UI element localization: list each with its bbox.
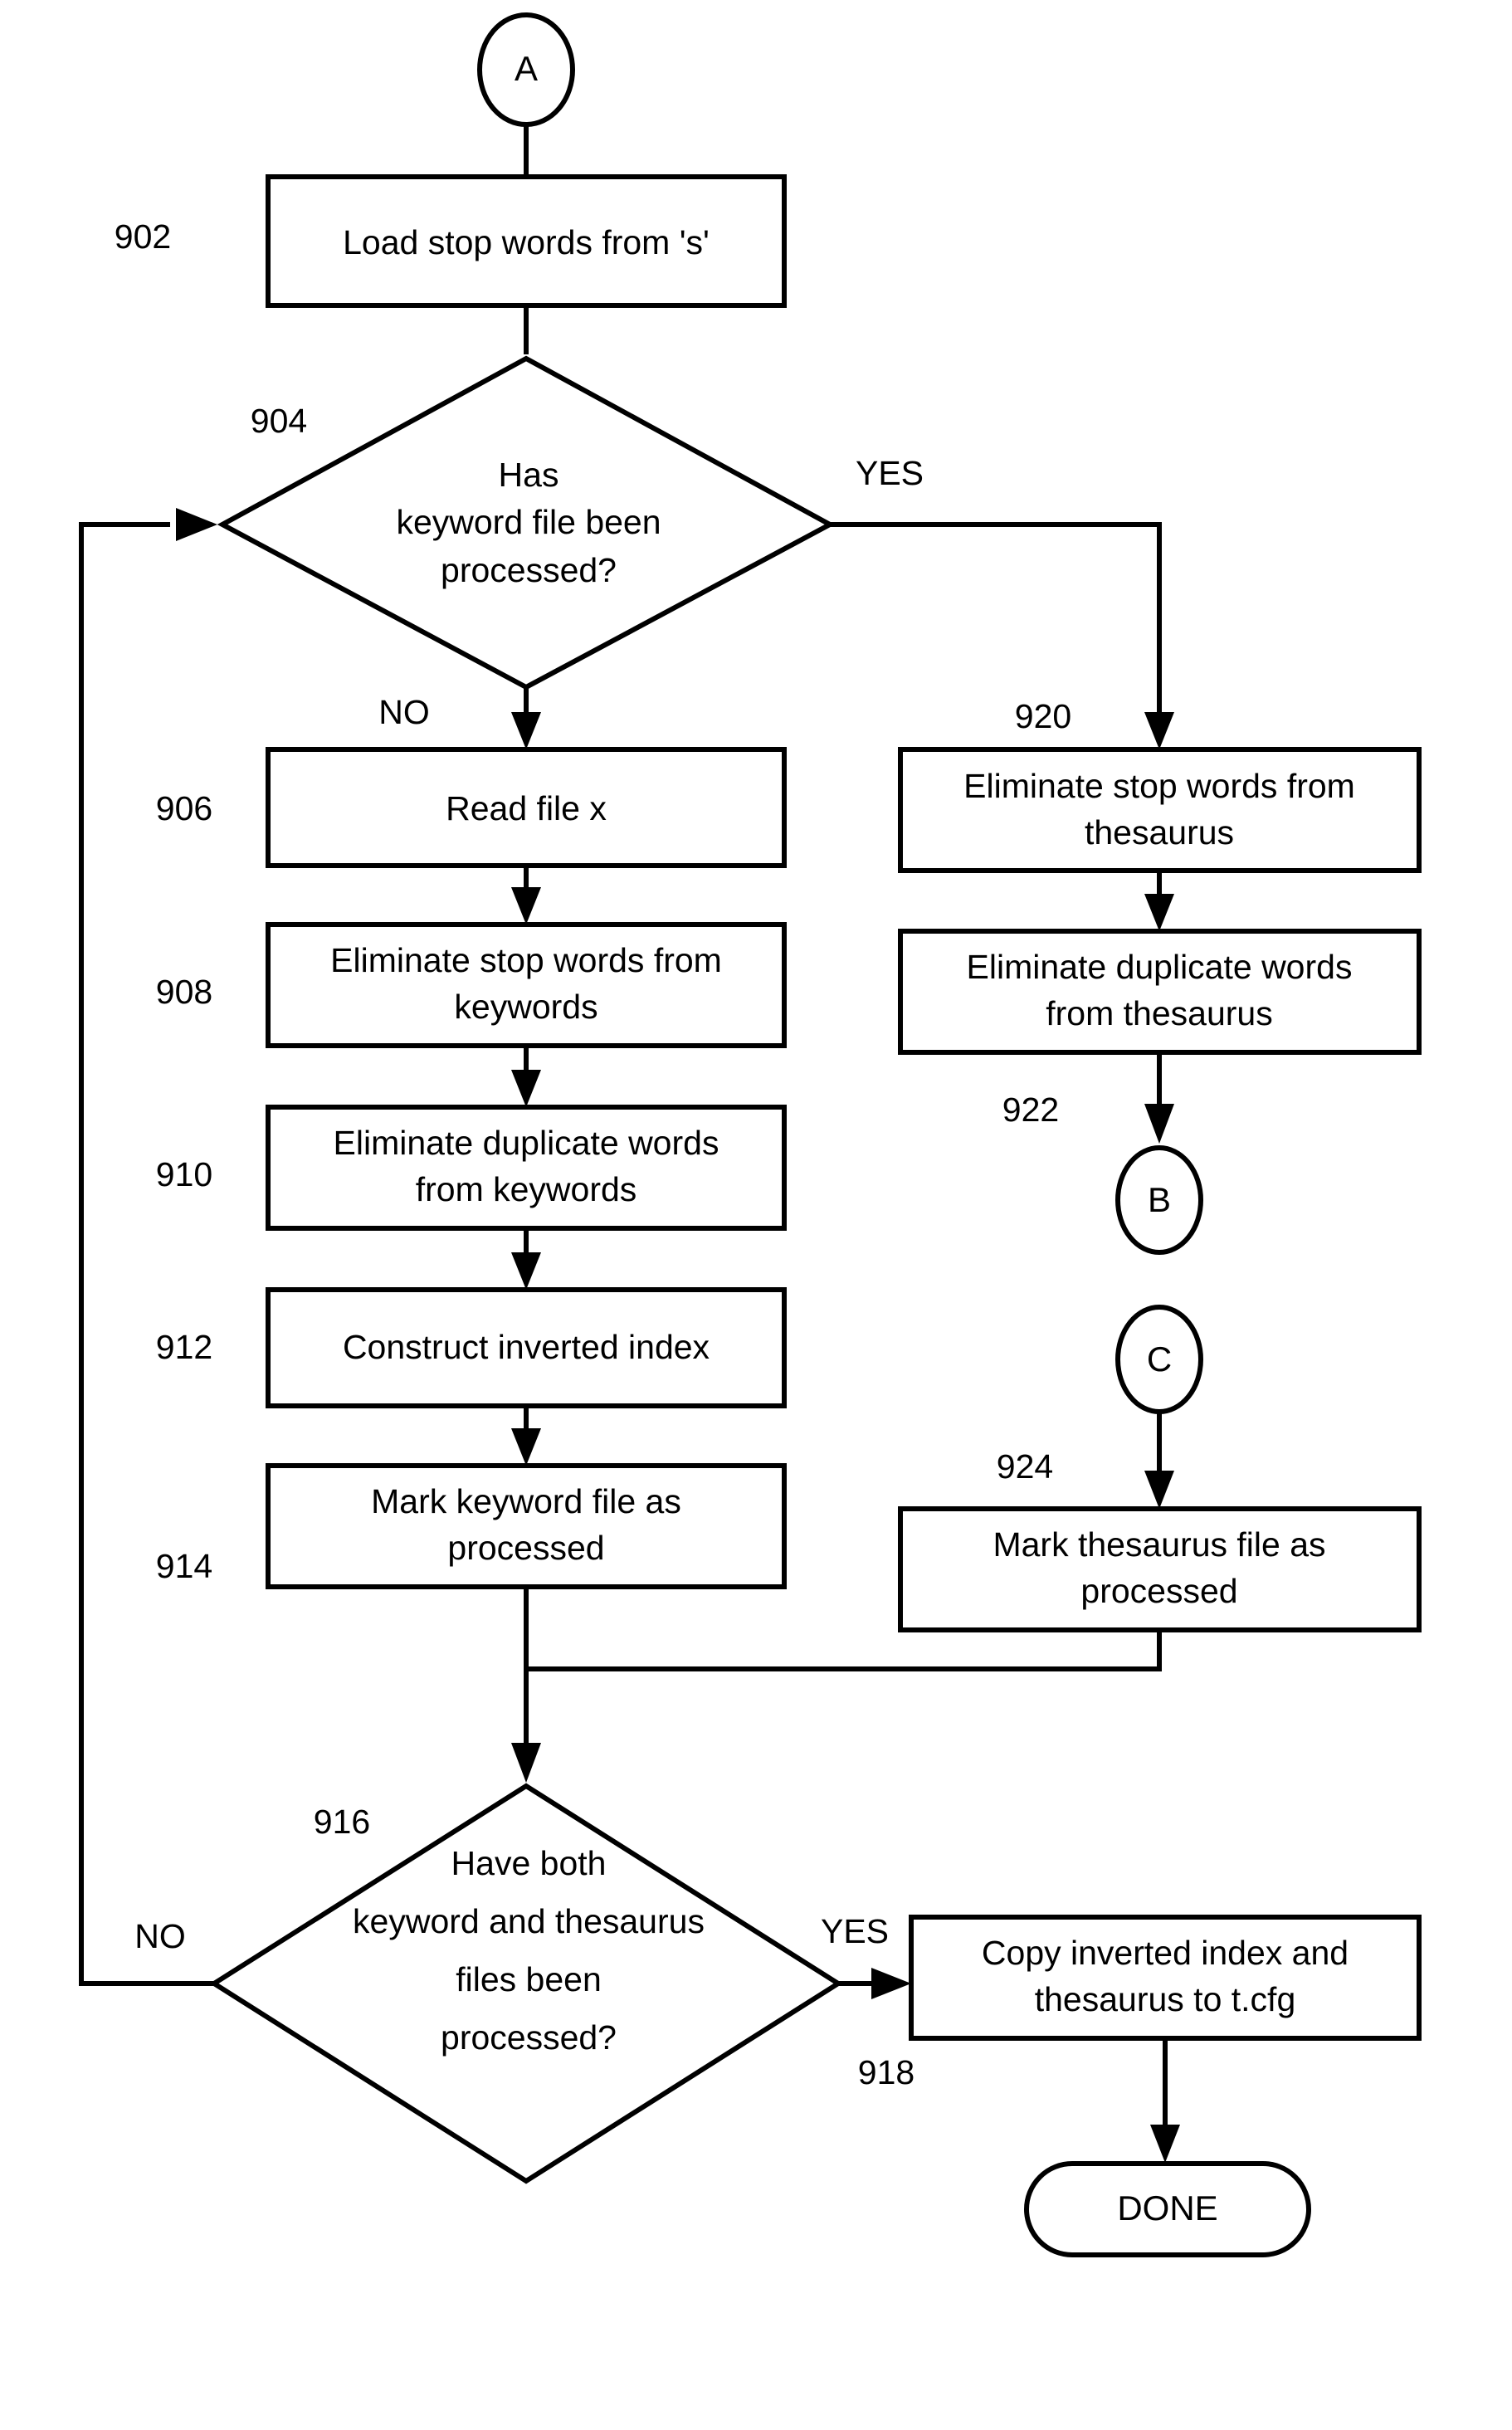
process-914-line2: processed xyxy=(447,1529,604,1567)
edge-924-merge xyxy=(526,1630,1162,1671)
process-910-line2: from keywords xyxy=(416,1170,637,1208)
arrowhead-to-916 xyxy=(511,1743,541,1783)
arrowhead-920-to-922 xyxy=(1144,894,1174,931)
connector-c-label: C xyxy=(1147,1339,1172,1378)
flowchart-page: A Load stop words from 's' 902 Has keywo… xyxy=(0,0,1512,2430)
process-906-label: Read file x xyxy=(446,789,607,827)
connector-b-node: B xyxy=(1115,1145,1203,1255)
connector-c-node: C xyxy=(1115,1305,1203,1414)
decision-904: Has keyword file been processed? xyxy=(217,355,836,690)
ref-number-916: 916 xyxy=(314,1803,370,1841)
terminal-done: DONE xyxy=(1024,2161,1311,2257)
process-908-line1: Eliminate stop words from xyxy=(330,941,722,979)
ref-number-912: 912 xyxy=(156,1328,212,1366)
arrowhead-922-to-b xyxy=(1144,1104,1174,1144)
process-918-line2: thesaurus to t.cfg xyxy=(1035,1980,1296,2018)
process-924-line1: Mark thesaurus file as xyxy=(993,1525,1325,1564)
decision-916: Have both keyword and thesaurus files be… xyxy=(209,1783,843,2184)
decision-916-line1: Have both xyxy=(451,1844,607,1882)
decision-916-line3: files been xyxy=(456,1960,602,1998)
ref-number-902: 902 xyxy=(115,217,171,256)
decision-904-line2: keyword file been xyxy=(396,503,661,541)
process-910: Eliminate duplicate words from keywords xyxy=(266,1105,787,1231)
ref-number-906: 906 xyxy=(156,789,212,827)
decision-904-line3: processed? xyxy=(441,551,617,589)
ref-number-910: 910 xyxy=(156,1155,212,1193)
decision-916-line2: keyword and thesaurus xyxy=(353,1902,705,1940)
ref-number-920: 920 xyxy=(1015,697,1071,735)
process-922-line2: from thesaurus xyxy=(1046,994,1272,1032)
ref-number-922: 922 xyxy=(1002,1091,1059,1129)
process-920-line2: thesaurus xyxy=(1085,813,1234,851)
arrowhead-916-yes xyxy=(871,1968,911,1999)
process-920: Eliminate stop words from thesaurus xyxy=(898,747,1422,873)
process-902: Load stop words from 's' xyxy=(266,174,787,308)
arrowhead-906-to-908 xyxy=(511,887,541,925)
edge-916-no-loopback xyxy=(79,522,214,1986)
process-918: Copy inverted index and thesaurus to t.c… xyxy=(909,1915,1422,2041)
process-918-line1: Copy inverted index and xyxy=(982,1934,1349,1972)
branch-label-904-no: NO xyxy=(378,693,430,731)
connector-a-node: A xyxy=(477,12,575,127)
connector-b-label: B xyxy=(1148,1180,1171,1219)
branch-label-904-yes: YES xyxy=(856,454,924,492)
flowchart-canvas: A Load stop words from 's' 902 Has keywo… xyxy=(79,12,1422,2257)
arrowhead-918-to-done xyxy=(1150,2125,1180,2163)
process-914: Mark keyword file as processed xyxy=(266,1463,787,1589)
ref-number-918: 918 xyxy=(858,2053,915,2091)
process-908: Eliminate stop words from keywords xyxy=(266,922,787,1048)
arrowhead-904-yes xyxy=(1144,712,1174,749)
ref-number-904: 904 xyxy=(251,402,307,440)
process-912-label: Construct inverted index xyxy=(343,1328,710,1366)
process-920-line1: Eliminate stop words from xyxy=(963,767,1355,805)
decision-904-line1: Has xyxy=(499,456,559,494)
ref-number-914: 914 xyxy=(156,1547,212,1585)
connector-a-label: A xyxy=(515,49,538,88)
process-922-line1: Eliminate duplicate words xyxy=(967,948,1353,986)
process-902-label: Load stop words from 's' xyxy=(343,223,710,261)
arrowhead-c-to-924 xyxy=(1144,1471,1174,1509)
arrowhead-912-to-914 xyxy=(511,1428,541,1466)
process-906: Read file x xyxy=(266,747,787,868)
process-912: Construct inverted index xyxy=(266,1287,787,1408)
process-914-line1: Mark keyword file as xyxy=(371,1482,681,1520)
process-924: Mark thesaurus file as processed xyxy=(898,1506,1422,1632)
process-908-line2: keywords xyxy=(454,988,597,1026)
process-924-line2: processed xyxy=(1080,1572,1237,1610)
ref-number-924: 924 xyxy=(997,1447,1053,1486)
process-922: Eliminate duplicate words from thesaurus xyxy=(898,929,1422,1055)
ref-number-908: 908 xyxy=(156,973,212,1011)
arrowhead-910-to-912 xyxy=(511,1252,541,1290)
branch-label-916-no: NO xyxy=(134,1917,186,1955)
edge-904-yes-to-920 xyxy=(830,522,1162,730)
arrowhead-loopback-to-904 xyxy=(176,508,217,541)
arrowhead-908-to-910 xyxy=(511,1070,541,1107)
terminal-done-label: DONE xyxy=(1117,2188,1217,2228)
process-910-line1: Eliminate duplicate words xyxy=(334,1124,719,1162)
decision-916-line4: processed? xyxy=(441,2018,617,2057)
branch-label-916-yes: YES xyxy=(821,1912,889,1950)
arrowhead-904-no xyxy=(511,712,541,749)
